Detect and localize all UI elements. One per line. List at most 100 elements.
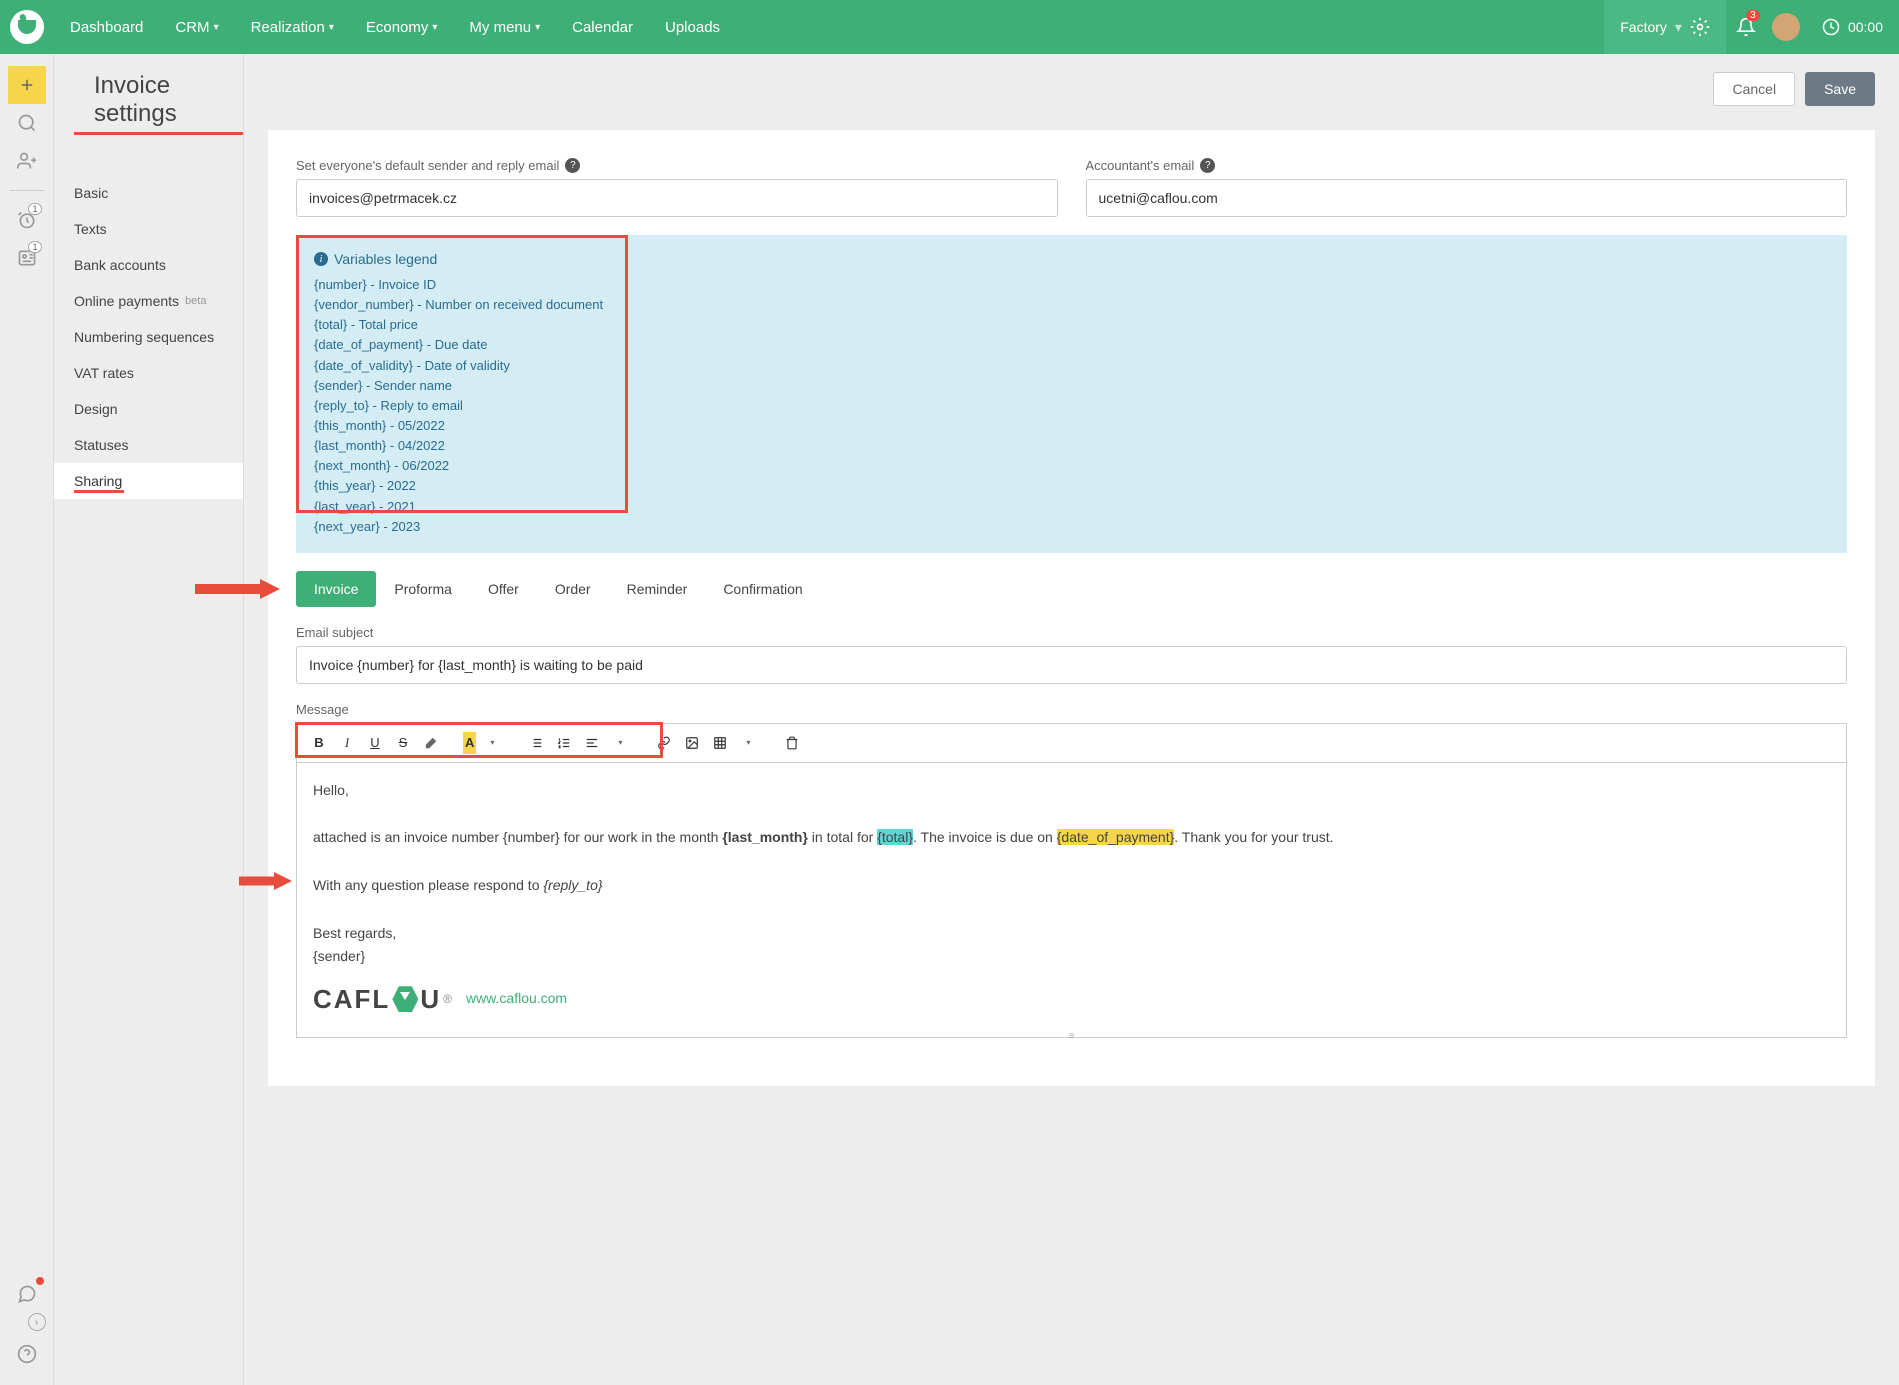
variable-item: {this_month} - 05/2022 — [314, 416, 1829, 436]
variable-item: {last_year} - 2021 — [314, 497, 1829, 517]
save-button[interactable]: Save — [1805, 72, 1875, 106]
align-button[interactable] — [580, 732, 604, 754]
clear-format-button[interactable] — [419, 732, 443, 754]
text-span: . Thank you for your trust. — [1174, 829, 1333, 845]
tab-confirmation[interactable]: Confirmation — [705, 571, 820, 607]
help-icon[interactable]: ? — [565, 158, 580, 173]
sidebar-item-texts[interactable]: Texts — [54, 211, 243, 247]
help-button[interactable] — [8, 1335, 46, 1373]
image-button[interactable] — [680, 732, 704, 754]
notifications-button[interactable]: 3 — [1726, 0, 1766, 54]
ordered-list-button[interactable] — [552, 732, 576, 754]
delete-button[interactable] — [780, 732, 804, 754]
align-icon — [585, 736, 599, 750]
variable-item: {vendor_number} - Number on received doc… — [314, 295, 1829, 315]
alarm-button[interactable]: 1 — [8, 201, 46, 239]
factory-dropdown[interactable]: Factory ▾ — [1604, 0, 1726, 54]
message-editor[interactable]: Hello, attached is an invoice number {nu… — [296, 762, 1847, 1039]
variable-item: {date_of_validity} - Date of validity — [314, 356, 1829, 376]
sidebar-item-sharing[interactable]: Sharing — [54, 463, 243, 499]
sender-email-input[interactable] — [296, 179, 1058, 217]
tab-offer[interactable]: Offer — [470, 571, 537, 607]
strikethrough-button[interactable]: S — [391, 732, 415, 754]
italic-button[interactable]: I — [335, 732, 359, 754]
sidebar-item-label: Statuses — [74, 437, 128, 453]
nav-right: Factory ▾ 3 00:00 — [1604, 0, 1899, 54]
nav-label: Calendar — [572, 19, 633, 36]
gear-icon — [1690, 17, 1710, 37]
nav-uploads[interactable]: Uploads — [649, 0, 736, 54]
align-dropdown[interactable]: ▾ — [608, 732, 632, 754]
nav-label: Dashboard — [70, 19, 143, 36]
sidebar-item-bank-accounts[interactable]: Bank accounts — [54, 247, 243, 283]
email-subject-input[interactable] — [296, 646, 1847, 684]
notification-badge: 3 — [1746, 10, 1760, 21]
search-button[interactable] — [8, 104, 46, 142]
unordered-list-button[interactable] — [524, 732, 548, 754]
tab-label: Offer — [488, 581, 519, 597]
id-card-button[interactable]: 1 — [8, 239, 46, 277]
chat-button[interactable] — [8, 1275, 46, 1313]
help-icon[interactable]: ? — [1200, 158, 1215, 173]
resize-handle[interactable]: ≡ — [1057, 1034, 1087, 1038]
sidebar-item-basic[interactable]: Basic — [54, 175, 243, 211]
variables-list: {number} - Invoice ID {vendor_number} - … — [314, 275, 1829, 537]
add-button[interactable] — [8, 66, 46, 104]
user-avatar[interactable] — [1766, 0, 1806, 54]
nav-calendar[interactable]: Calendar — [556, 0, 649, 54]
sidebar-item-online-payments[interactable]: Online paymentsbeta — [54, 283, 243, 319]
timer[interactable]: 00:00 — [1806, 0, 1899, 54]
text-color-button[interactable]: A — [463, 732, 476, 754]
sidebar-item-label: Sharing — [74, 473, 122, 489]
variables-legend: i Variables legend {number} - Invoice ID… — [296, 235, 1847, 553]
nav-economy[interactable]: Economy▾ — [350, 0, 454, 54]
nav-crm[interactable]: CRM▾ — [159, 0, 234, 54]
beta-tag: beta — [185, 295, 206, 307]
trash-icon — [785, 736, 799, 750]
tab-order[interactable]: Order — [537, 571, 609, 607]
factory-label: Factory — [1620, 19, 1667, 35]
variables-title-text: Variables legend — [334, 251, 437, 267]
left-rail: 1 1 › — [0, 54, 54, 1385]
nav-my-menu[interactable]: My menu▾ — [453, 0, 556, 54]
tab-proforma[interactable]: Proforma — [376, 571, 470, 607]
text-highlight: {total} — [877, 829, 913, 845]
sidebar-item-label: Basic — [74, 185, 108, 201]
accountant-email-label: Accountant's email ? — [1086, 158, 1848, 173]
underline-button[interactable]: U — [363, 732, 387, 754]
variable-item: {next_year} - 2023 — [314, 517, 1829, 537]
tab-invoice[interactable]: Invoice — [296, 571, 376, 607]
info-icon: i — [314, 252, 328, 266]
page-title: Invoice settings — [74, 72, 243, 135]
subject-label: Email subject — [296, 625, 1847, 640]
text-color-dropdown[interactable]: ▾ — [480, 732, 504, 754]
nav-items: Dashboard CRM▾ Realization▾ Economy▾ My … — [54, 0, 736, 54]
tab-reminder[interactable]: Reminder — [609, 571, 706, 607]
add-user-button[interactable] — [8, 142, 46, 180]
caflou-link[interactable]: www.caflou.com — [466, 987, 567, 1011]
search-icon — [17, 113, 37, 133]
expand-rail-button[interactable]: › — [28, 1313, 46, 1331]
nav-dashboard[interactable]: Dashboard — [54, 0, 159, 54]
sidebar-item-statuses[interactable]: Statuses — [54, 427, 243, 463]
editor-line: With any question please respond to {rep… — [313, 874, 1830, 898]
sidebar-item-numbering[interactable]: Numbering sequences — [54, 319, 243, 355]
link-button[interactable] — [652, 732, 676, 754]
accountant-email-input[interactable] — [1086, 179, 1848, 217]
sidebar-item-design[interactable]: Design — [54, 391, 243, 427]
tab-label: Proforma — [394, 581, 452, 597]
sidebar-item-label: VAT rates — [74, 365, 134, 381]
table-button[interactable] — [708, 732, 732, 754]
table-dropdown[interactable]: ▾ — [736, 732, 760, 754]
app-logo[interactable] — [0, 0, 54, 54]
sidebar-item-label: Numbering sequences — [74, 329, 214, 345]
page-actions: Cancel Save — [268, 72, 1875, 106]
bold-button[interactable]: B — [307, 732, 331, 754]
nav-label: Realization — [251, 19, 325, 36]
timer-value: 00:00 — [1848, 19, 1883, 35]
sidebar-item-vat-rates[interactable]: VAT rates — [54, 355, 243, 391]
nav-realization[interactable]: Realization▾ — [235, 0, 350, 54]
chevron-down-icon: ▾ — [432, 22, 437, 33]
cancel-button[interactable]: Cancel — [1713, 72, 1795, 106]
chevron-down-icon: ▾ — [618, 738, 622, 747]
